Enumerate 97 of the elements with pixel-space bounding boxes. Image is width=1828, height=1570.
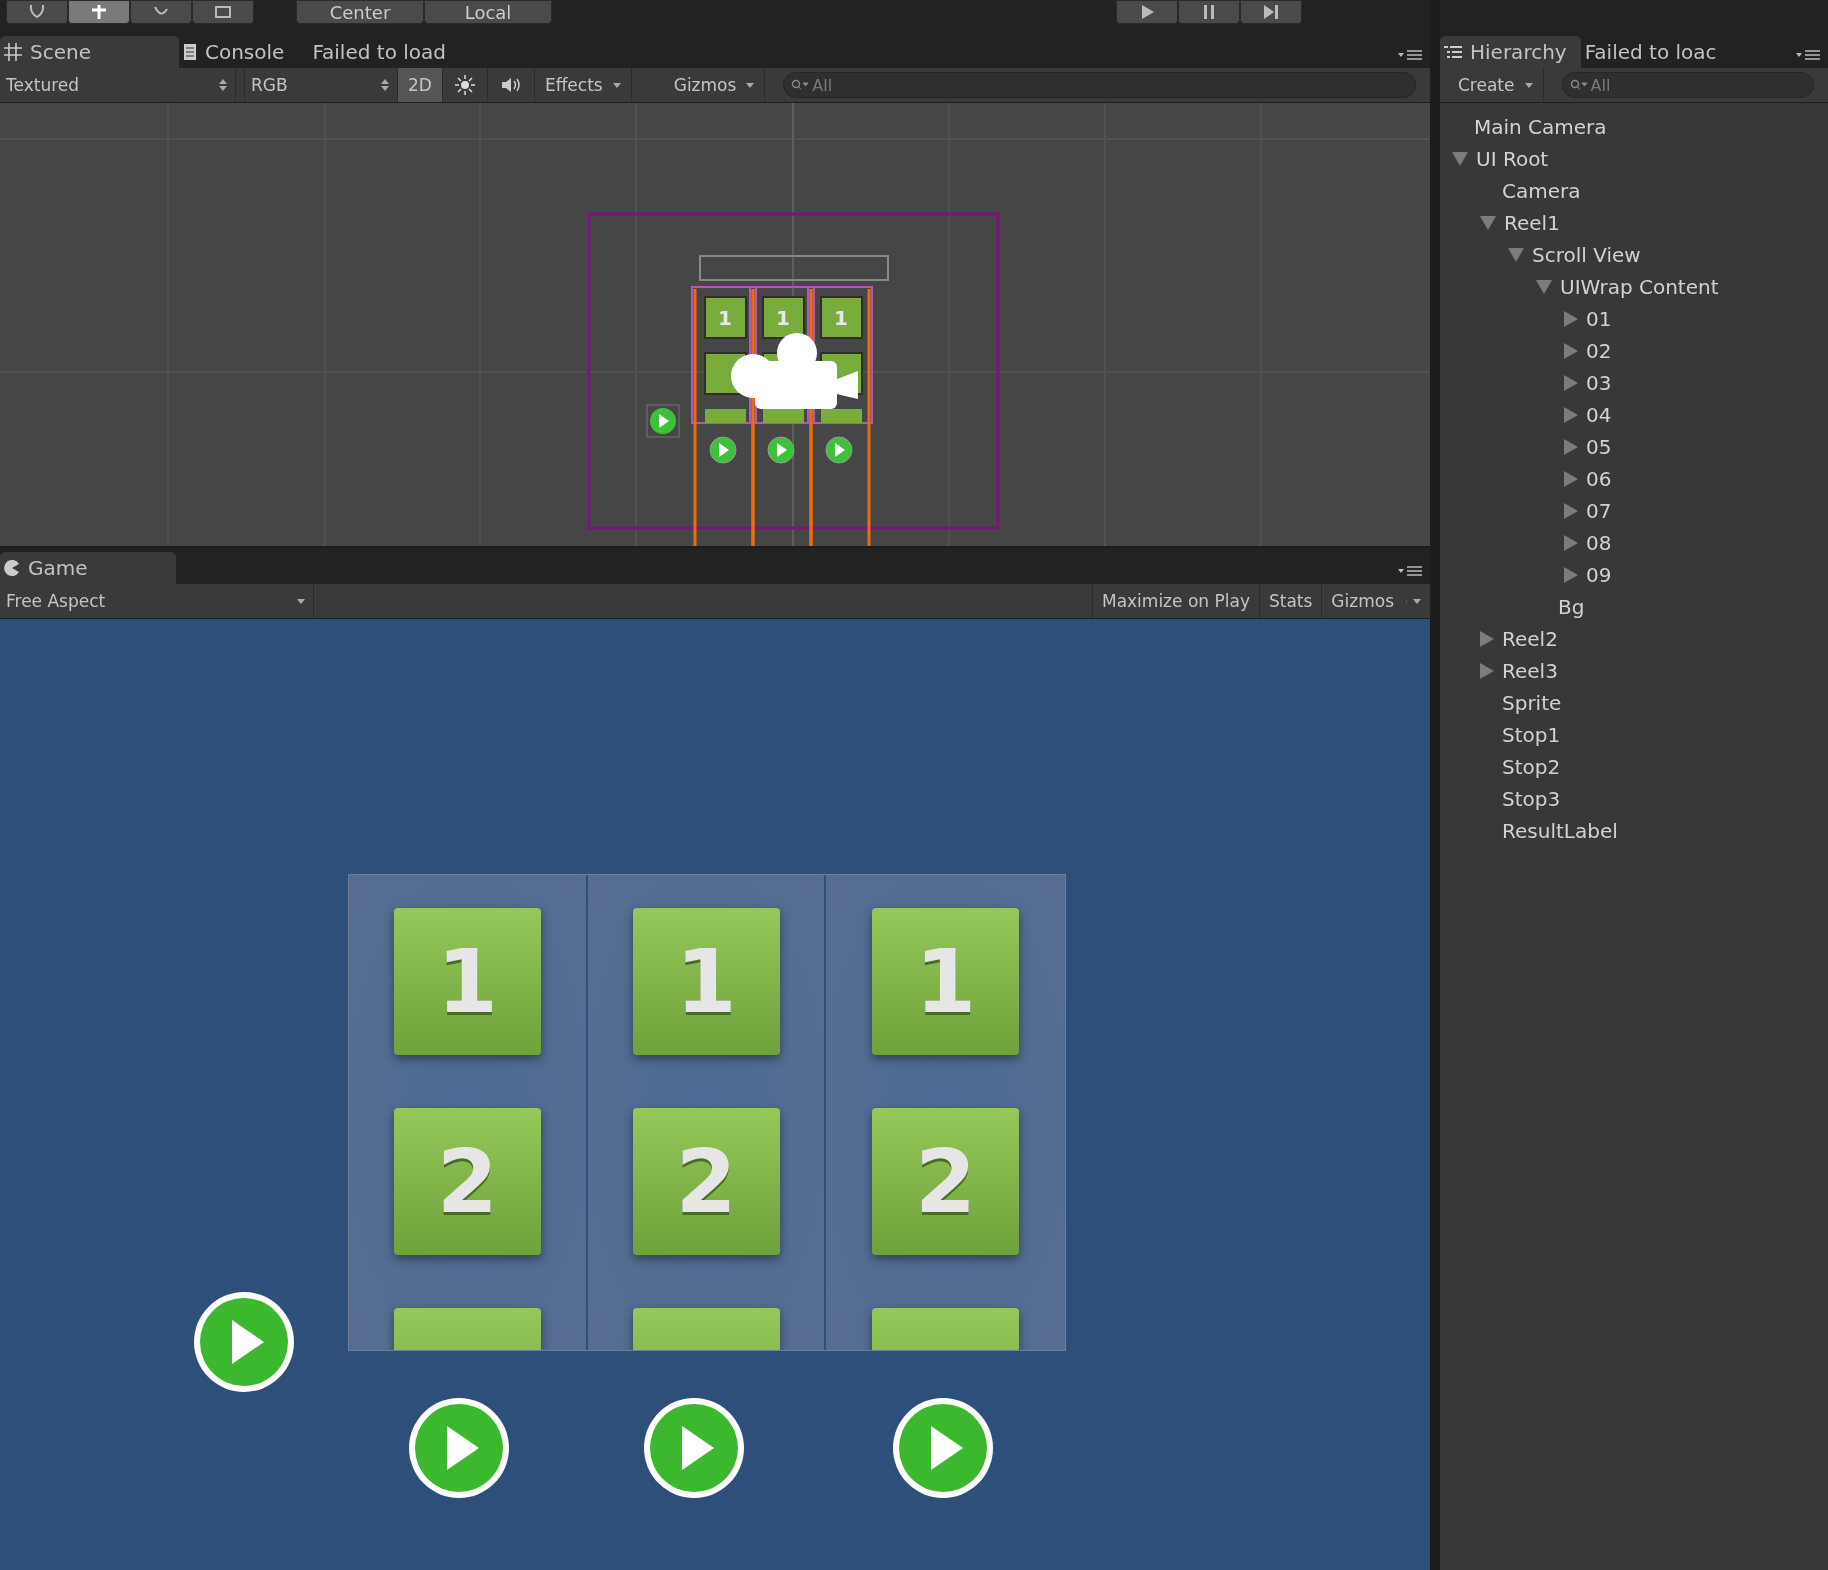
expand-arrow-icon[interactable] bbox=[1480, 663, 1494, 679]
grid-icon bbox=[4, 43, 22, 61]
panel-tab[interactable]: Hierarchy bbox=[1440, 36, 1581, 68]
scale-tool-button[interactable] bbox=[192, 0, 254, 24]
game-tab[interactable]: Game bbox=[0, 552, 176, 584]
hierarchy-item[interactable]: Reel3 bbox=[1502, 659, 1558, 683]
document-icon bbox=[183, 43, 197, 61]
hierarchy-item[interactable]: Main Camera bbox=[1474, 115, 1607, 139]
caret-icon bbox=[297, 598, 305, 604]
pause-button[interactable] bbox=[1178, 0, 1240, 24]
hierarchy-item[interactable]: 06 bbox=[1586, 467, 1612, 491]
expand-arrow-icon[interactable] bbox=[1564, 535, 1578, 551]
up-down-arrows-icon bbox=[381, 79, 389, 91]
expand-arrow-icon[interactable] bbox=[1564, 471, 1578, 487]
effects-dropdown[interactable]: Effects bbox=[534, 68, 632, 102]
expand-arrow-icon[interactable] bbox=[1508, 248, 1524, 262]
play-button[interactable] bbox=[407, 1396, 511, 1500]
expand-arrow-icon[interactable] bbox=[1480, 216, 1496, 230]
panel-tab[interactable]: Failed to load bbox=[308, 36, 470, 68]
expand-arrow-icon[interactable] bbox=[1564, 567, 1578, 583]
play-button[interactable] bbox=[891, 1396, 995, 1500]
move-tool-button[interactable] bbox=[68, 0, 130, 24]
search-icon bbox=[1569, 79, 1588, 91]
caret-icon bbox=[1406, 598, 1421, 604]
caret-icon bbox=[1524, 82, 1533, 88]
hierarchy-item[interactable]: 05 bbox=[1586, 435, 1612, 459]
caret-icon bbox=[746, 82, 755, 88]
play-icon bbox=[1139, 5, 1155, 19]
scale-icon bbox=[213, 5, 233, 19]
panel-menu-icon[interactable] bbox=[1398, 48, 1422, 60]
play-button[interactable] bbox=[642, 1396, 746, 1500]
expand-arrow-icon[interactable] bbox=[1564, 407, 1578, 423]
hierarchy-item[interactable]: Stop2 bbox=[1502, 755, 1561, 779]
expand-arrow-icon[interactable] bbox=[1564, 311, 1578, 327]
number-tile: 2 bbox=[632, 1108, 780, 1255]
number-tile: 2 bbox=[393, 1108, 541, 1255]
hierarchy-item[interactable]: Scroll View bbox=[1532, 243, 1641, 267]
expand-arrow-icon[interactable] bbox=[1536, 280, 1552, 294]
pivot-button[interactable]: Center bbox=[296, 0, 424, 24]
hierarchy-item[interactable]: 08 bbox=[1586, 531, 1612, 555]
play-button[interactable] bbox=[192, 1290, 296, 1394]
rotate-tool-button[interactable] bbox=[130, 0, 192, 24]
hierarchy-item[interactable]: UIWrap Content bbox=[1560, 275, 1719, 299]
hierarchy-item[interactable]: Sprite bbox=[1502, 691, 1562, 715]
step-icon bbox=[1263, 5, 1279, 19]
number-tile: 2 bbox=[872, 1108, 1020, 1255]
speaker-icon bbox=[499, 76, 522, 94]
list-icon bbox=[1444, 45, 1462, 59]
up-down-arrows-icon bbox=[219, 79, 227, 91]
number-tile: 1 bbox=[632, 908, 780, 1055]
expand-arrow-icon[interactable] bbox=[1564, 503, 1578, 519]
hierarchy-item[interactable]: 03 bbox=[1586, 371, 1612, 395]
panel-tab[interactable]: Console bbox=[179, 36, 309, 68]
number-tile: 1 bbox=[393, 908, 541, 1055]
search-field[interactable]: All bbox=[1561, 72, 1814, 98]
panel-menu-icon[interactable] bbox=[1398, 564, 1422, 576]
hierarchy-item[interactable]: Stop1 bbox=[1502, 723, 1561, 747]
hierarchy-item[interactable]: Reel1 bbox=[1504, 211, 1560, 235]
play-button[interactable] bbox=[1116, 0, 1178, 24]
hierarchy-item[interactable]: UI Root bbox=[1476, 147, 1549, 171]
aspect-dropdown[interactable]: Free Aspect bbox=[0, 584, 314, 618]
search-field[interactable]: All bbox=[783, 72, 1416, 98]
sun-icon bbox=[454, 75, 475, 95]
hierarchy-item[interactable]: 02 bbox=[1586, 339, 1612, 363]
panel-menu-icon[interactable] bbox=[1796, 48, 1820, 60]
caret-icon bbox=[612, 82, 621, 88]
hierarchy-item[interactable]: 07 bbox=[1586, 499, 1612, 523]
panel-tab[interactable]: Failed to loac bbox=[1580, 36, 1725, 68]
hand-tool-button[interactable] bbox=[6, 0, 68, 24]
pacman-icon bbox=[4, 560, 20, 576]
hierarchy-item[interactable]: 09 bbox=[1586, 563, 1612, 587]
expand-arrow-icon[interactable] bbox=[1564, 343, 1578, 359]
expand-arrow-icon[interactable] bbox=[1452, 152, 1468, 166]
number-tile: 1 bbox=[872, 908, 1020, 1055]
hierarchy-item[interactable]: Reel2 bbox=[1502, 627, 1558, 651]
game-toolbar-button[interactable]: Gizmos bbox=[1321, 584, 1430, 618]
search-icon bbox=[791, 79, 810, 91]
2d-toggle[interactable]: 2D bbox=[398, 68, 443, 102]
scene-view-drawing: 1 1 1 bbox=[0, 103, 1430, 546]
expand-arrow-icon[interactable] bbox=[1564, 439, 1578, 455]
hierarchy-item[interactable]: 01 bbox=[1586, 307, 1612, 331]
step-button[interactable] bbox=[1240, 0, 1302, 24]
create-dropdown[interactable]: Create bbox=[1440, 68, 1544, 102]
hierarchy-item[interactable]: Stop3 bbox=[1502, 787, 1561, 811]
game-toolbar-button[interactable]: Stats bbox=[1258, 584, 1322, 618]
hierarchy-item[interactable]: ResultLabel bbox=[1502, 819, 1618, 843]
hierarchy-item[interactable]: Camera bbox=[1502, 179, 1581, 203]
game-toolbar-button[interactable]: Maximize on Play bbox=[1091, 584, 1259, 618]
gizmos-dropdown[interactable]: Gizmos bbox=[663, 68, 766, 102]
pause-icon bbox=[1201, 5, 1217, 19]
expand-arrow-icon[interactable] bbox=[1564, 375, 1578, 391]
pivot-button[interactable]: Local bbox=[424, 0, 552, 24]
draw-mode-dropdown[interactable]: Textured bbox=[0, 68, 236, 102]
panel-tab[interactable]: Scene bbox=[0, 36, 179, 68]
hierarchy-item[interactable]: 04 bbox=[1586, 403, 1612, 427]
hierarchy-item[interactable]: Bg bbox=[1558, 595, 1585, 619]
expand-arrow-icon[interactable] bbox=[1480, 631, 1494, 647]
